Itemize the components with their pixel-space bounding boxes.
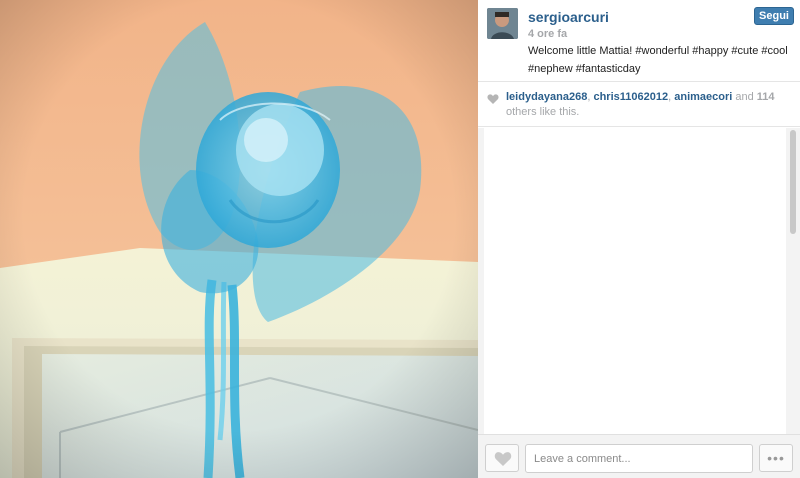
follow-button[interactable]: Segui	[754, 7, 794, 25]
likes-text: leidydayana268, chris11062012, animaecor…	[506, 90, 794, 120]
ellipsis-icon: •••	[767, 450, 785, 466]
comments-scrollbar[interactable]	[786, 128, 800, 434]
likes-count[interactable]: 114	[757, 91, 775, 103]
liker-link[interactable]: leidydayana268	[506, 91, 587, 103]
comments-area	[484, 128, 786, 434]
post-photo	[0, 0, 478, 478]
liker-link[interactable]: chris11062012	[593, 91, 668, 103]
heart-icon	[487, 94, 499, 104]
comment-input[interactable]	[525, 444, 753, 473]
avatar[interactable]	[487, 8, 518, 39]
scrollbar-thumb[interactable]	[790, 130, 796, 234]
post-timestamp: 4 ore fa	[528, 28, 568, 40]
likes-summary: leidydayana268, chris11062012, animaecor…	[478, 83, 800, 127]
comment-footer: •••	[478, 434, 800, 478]
username-link[interactable]: sergioarcuri	[528, 9, 609, 25]
more-options-button[interactable]: •••	[759, 444, 793, 472]
post-header: sergioarcuri 4 ore fa Welcome little Mat…	[478, 0, 800, 82]
post-details-panel: sergioarcuri 4 ore fa Welcome little Mat…	[478, 0, 800, 478]
heart-icon	[494, 452, 512, 466]
likes-and: and	[732, 91, 757, 103]
comments-list	[478, 128, 800, 434]
post-caption: Welcome little Mattia! #wonderful #happy…	[528, 45, 788, 75]
likes-suffix: others like this.	[506, 106, 580, 118]
like-button[interactable]	[485, 444, 519, 472]
liker-link[interactable]: animaecori	[674, 91, 732, 103]
